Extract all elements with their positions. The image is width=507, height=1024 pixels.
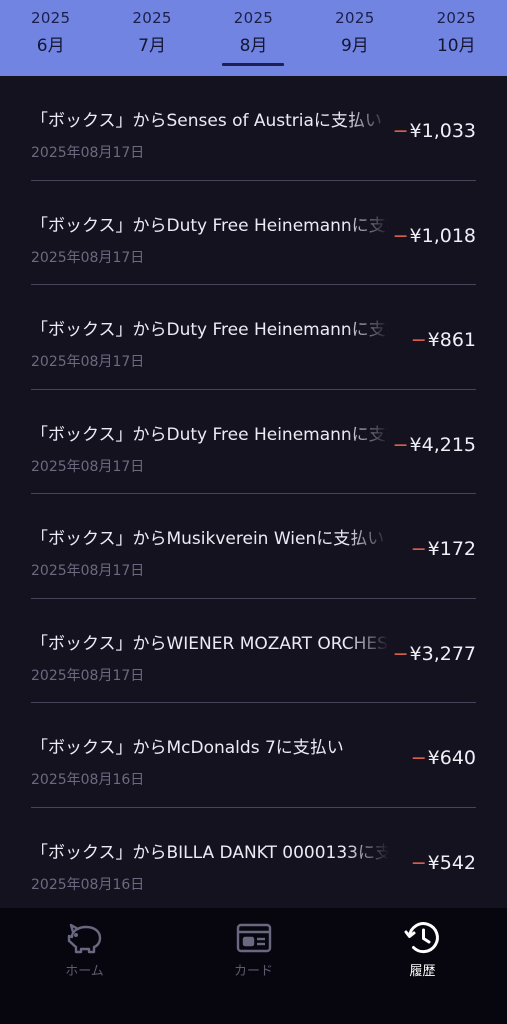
transaction-row[interactable]: 「ボックス」からMcDonalds 7に支払い 2025年08月16日 −¥64… [31, 703, 476, 808]
tab-year-label: 2025 [335, 9, 375, 27]
transaction-title: 「ボックス」からMusikverein Wienに支払い [31, 529, 385, 548]
transaction-row[interactable]: 「ボックス」からDuty Free Heinemannに支払い 2025年08月… [31, 285, 476, 390]
transaction-date: 2025年08月16日 [31, 772, 145, 788]
tab-year-label: 2025 [31, 9, 71, 27]
transaction-date: 2025年08月17日 [31, 354, 145, 370]
transaction-title: 「ボックス」からDuty Free Heinemannに支払い [31, 320, 389, 339]
amount-value: ¥4,215 [409, 433, 476, 456]
amount-value: ¥1,018 [409, 224, 476, 247]
transaction-amount: −¥1,033 [393, 120, 476, 142]
transaction-date: 2025年08月16日 [31, 876, 145, 893]
amount-value: ¥640 [427, 747, 476, 769]
tab-month-label: 7月 [138, 36, 166, 56]
transaction-amount: −¥4,215 [393, 434, 476, 456]
transaction-row[interactable]: 「ボックス」からDuty Free Heinemannに支払い 2025年08月… [31, 181, 476, 285]
transaction-date: 2025年08月17日 [31, 249, 145, 266]
minus-sign: − [392, 642, 409, 665]
transaction-title: 「ボックス」からDuty Free Heinemannに支払い [31, 215, 389, 235]
transaction-amount: −¥542 [411, 852, 476, 874]
amount-value: ¥861 [427, 329, 476, 351]
transaction-amount: −¥1,018 [393, 225, 476, 247]
amount-value: ¥542 [427, 851, 476, 874]
tab-year-label: 2025 [233, 9, 274, 27]
nav-label-card: カード [233, 964, 273, 979]
transaction-date: 2025年08月17日 [31, 667, 145, 684]
tab-month-label: 9月 [340, 36, 369, 56]
transaction-amount: −¥861 [411, 329, 476, 351]
transaction-list[interactable]: 「ボックス」からSenses of Austriaに支払い 2025年08月17… [0, 76, 507, 908]
minus-sign: − [392, 120, 409, 142]
transaction-title: 「ボックス」からMcDonalds 7に支払い [31, 738, 344, 757]
minus-sign: − [392, 433, 409, 456]
minus-sign: − [410, 538, 427, 560]
selected-tab-indicator [222, 63, 285, 66]
tab-month-label: 8月 [239, 36, 268, 56]
minus-sign: − [410, 329, 427, 351]
transaction-amount: −¥172 [411, 538, 476, 560]
transaction-title: 「ボックス」からBILLA DANKT 0000133に支払い [31, 842, 389, 862]
bottom-navigation: ホーム カード 履歴 [0, 908, 507, 1024]
app-root: 2025 6月 2025 7月 2025 8月 2025 9月 2025 10月… [0, 0, 507, 1024]
minus-sign: − [392, 224, 409, 247]
nav-label-home: ホーム [65, 964, 104, 979]
tab-year-label: 2025 [436, 9, 476, 27]
transaction-title: 「ボックス」からWIENER MOZART ORCHESTRAに支払い [31, 633, 389, 653]
transaction-row[interactable]: 「ボックス」からSenses of Austriaに支払い 2025年08月17… [31, 76, 476, 181]
tab-month-label: 6月 [36, 36, 65, 56]
transaction-amount: −¥640 [411, 747, 476, 769]
amount-value: ¥172 [427, 538, 476, 560]
minus-sign: − [410, 747, 427, 769]
transaction-row[interactable]: 「ボックス」からWIENER MOZART ORCHESTRAに支払い 2025… [31, 599, 476, 703]
transaction-row[interactable]: 「ボックス」からBILLA DANKT 0000133に支払い 2025年08月… [31, 808, 476, 909]
transaction-row[interactable]: 「ボックス」からMusikverein Wienに支払い 2025年08月17日… [31, 494, 476, 599]
tab-month-august[interactable]: 2025 8月 [203, 0, 304, 76]
tab-month-june[interactable]: 2025 6月 [0, 0, 101, 76]
nav-label-history: 履歴 [409, 964, 436, 979]
transaction-row[interactable]: 「ボックス」からDuty Free Heinemannに支払い 2025年08月… [31, 390, 476, 494]
transaction-date: 2025年08月17日 [31, 145, 145, 161]
minus-sign: − [410, 851, 427, 874]
piggy-bank-icon [67, 923, 101, 954]
transaction-date: 2025年08月17日 [31, 458, 145, 475]
tab-month-july[interactable]: 2025 7月 [101, 0, 202, 76]
nav-item-card[interactable]: カード [169, 908, 338, 1024]
transaction-date: 2025年08月17日 [31, 563, 145, 579]
tab-year-label: 2025 [132, 9, 172, 27]
tab-month-label: 10月 [436, 36, 476, 56]
transaction-amount: −¥3,277 [393, 643, 476, 665]
nav-item-history[interactable]: 履歴 [338, 908, 507, 1024]
transaction-title: 「ボックス」からSenses of Austriaに支払い [31, 111, 382, 130]
card-icon [236, 923, 271, 953]
amount-value: ¥3,277 [409, 642, 476, 665]
tab-month-september[interactable]: 2025 9月 [304, 0, 405, 76]
month-tab-bar: 2025 6月 2025 7月 2025 8月 2025 9月 2025 10月 [0, 0, 507, 76]
amount-value: ¥1,033 [409, 120, 476, 142]
transaction-title: 「ボックス」からDuty Free Heinemannに支払い [31, 424, 389, 444]
tab-month-october[interactable]: 2025 10月 [406, 0, 507, 76]
nav-item-home[interactable]: ホーム [0, 908, 169, 1024]
history-icon [404, 922, 439, 954]
